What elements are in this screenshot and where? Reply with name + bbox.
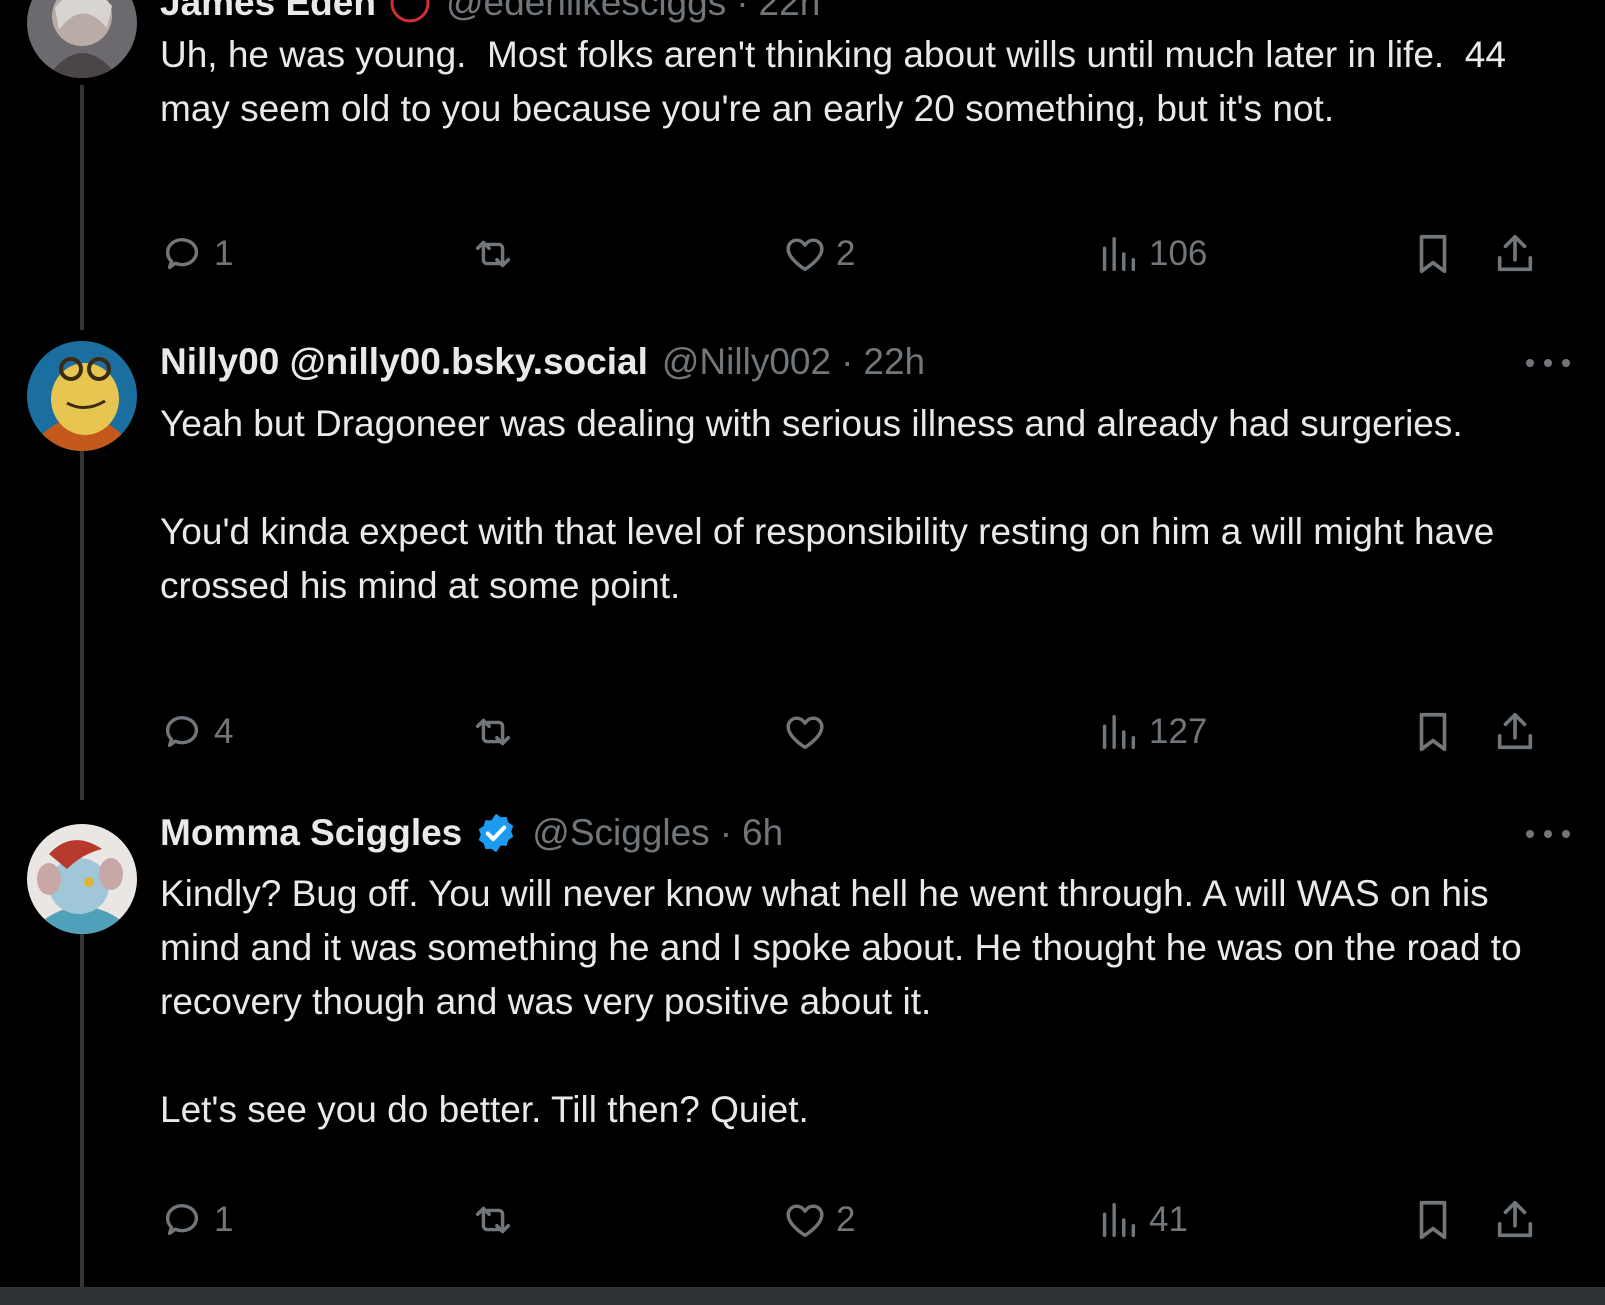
post-text: Kindly? Bug off. You will never know wha… [160,873,1522,1130]
repost-icon [475,240,511,268]
conversation-thread: James Eden @edenlikesciggs · 22h Uh, he … [0,0,1605,1287]
like-count: 2 [836,1200,856,1239]
share-icon [1497,712,1533,750]
views-count: 106 [1149,234,1208,273]
handle[interactable]: @edenlikesciggs [446,0,726,24]
like-icon [786,1204,824,1238]
bookmark-button[interactable] [1410,226,1456,282]
avatar[interactable] [27,0,137,78]
reply-button[interactable]: 4 [160,704,233,760]
share-button[interactable] [1492,226,1538,282]
avatar[interactable] [27,341,137,451]
reply-icon [165,716,199,748]
repost-icon [475,1206,511,1234]
share-icon [1497,234,1533,272]
verified-badge-icon [388,0,432,25]
timestamp[interactable]: 22h [863,341,925,383]
action-bar: 1 2 106 [160,226,1580,282]
action-bar: 4 127 [160,704,1580,760]
reply-count: 4 [214,712,234,751]
more-icon [1526,830,1534,838]
bookmark-button[interactable] [1410,1192,1456,1248]
timestamp[interactable]: 22h [759,0,821,24]
views-icon [1102,1202,1136,1238]
action-bar: 1 2 41 [160,1192,1580,1248]
views-icon [1102,236,1136,272]
thread-line [80,85,84,330]
more-icon [1526,359,1534,367]
bookmark-icon [1419,712,1447,752]
like-icon [786,238,824,272]
separator: · [841,341,854,382]
reply-icon [165,238,199,270]
separator: · [719,812,733,853]
reply-button[interactable]: 1 [160,1192,233,1248]
repost-button[interactable] [470,704,524,760]
views-count: 127 [1149,712,1208,751]
repost-button[interactable] [470,1192,524,1248]
repost-icon [475,718,511,746]
timestamp[interactable]: 6h [742,812,783,854]
reply-count: 1 [214,234,234,273]
like-icon [786,716,824,750]
like-button[interactable]: 2 [782,1192,855,1248]
bookmark-icon [1419,234,1447,274]
bookmark-icon [1419,1200,1447,1240]
post-text: Yeah but Dragoneer was dealing with seri… [160,403,1495,606]
like-count: 2 [836,234,856,273]
post-header: James Eden @edenlikesciggs · 22h [160,0,820,28]
reply-button[interactable]: 1 [160,226,233,282]
views-icon [1102,714,1136,750]
share-button[interactable] [1492,704,1538,760]
like-button[interactable] [782,704,836,760]
reply-icon [165,1204,199,1236]
thread-line [80,932,84,1287]
reply-post-2[interactable]: Nilly00 @nilly00.bsky.social @Nilly002 ·… [0,330,1605,800]
reply-post-3[interactable]: Momma Sciggles @Sciggles · 6h Kindly? Bu… [0,800,1605,1287]
bookmark-button[interactable] [1410,704,1456,760]
verified-badge-icon [474,811,518,855]
display-name[interactable]: James Eden [160,0,376,24]
share-button[interactable] [1492,1192,1538,1248]
more-options-button[interactable] [1526,827,1570,841]
separator: · [736,0,749,23]
handle[interactable]: @Sciggles [532,812,709,854]
views-button[interactable]: 106 [1095,226,1207,282]
post-text: Uh, he was young. Most folks aren't thin… [160,34,1517,129]
display-name[interactable]: Nilly00 @nilly00.bsky.social [160,341,648,383]
horizontal-scrollbar[interactable] [0,1287,1605,1305]
more-options-button[interactable] [1526,356,1570,370]
views-button[interactable]: 41 [1095,1192,1188,1248]
post-header: Momma Sciggles @Sciggles · 6h [160,808,783,858]
reply-post-1[interactable]: James Eden @edenlikesciggs · 22h Uh, he … [0,0,1605,330]
avatar[interactable] [27,824,137,934]
post-header: Nilly00 @nilly00.bsky.social @Nilly002 ·… [160,337,925,387]
views-button[interactable]: 127 [1095,704,1207,760]
reply-count: 1 [214,1200,234,1239]
display-name[interactable]: Momma Sciggles [160,812,462,854]
handle[interactable]: @Nilly002 [662,341,831,383]
share-icon [1497,1200,1533,1238]
thread-line [80,450,84,800]
views-count: 41 [1149,1200,1188,1239]
repost-button[interactable] [470,226,524,282]
like-button[interactable]: 2 [782,226,855,282]
